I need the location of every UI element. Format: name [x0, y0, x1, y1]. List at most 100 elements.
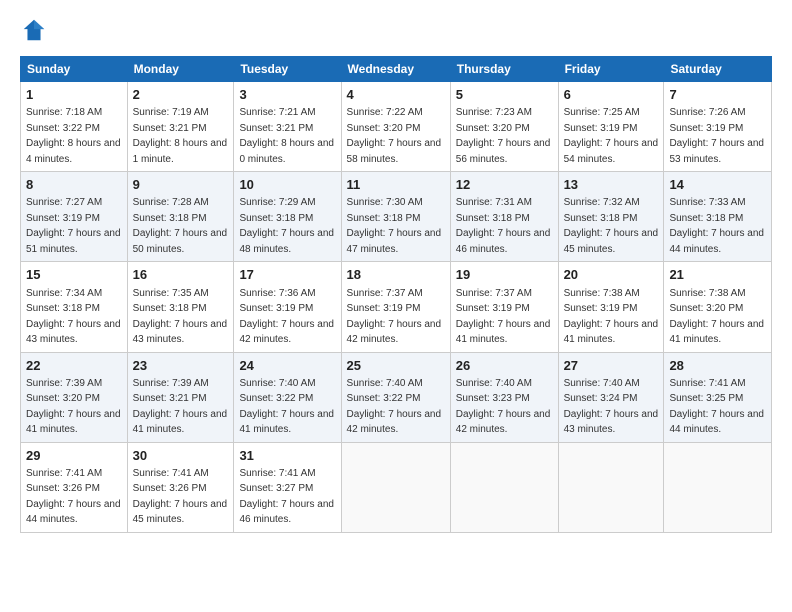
- day-info: Sunrise: 7:37 AMSunset: 3:19 PMDaylight:…: [456, 288, 551, 346]
- calendar-cell: 22 Sunrise: 7:39 AMSunset: 3:20 PMDayligh…: [21, 352, 128, 442]
- calendar-cell: 16 Sunrise: 7:35 AMSunset: 3:18 PMDayligh…: [127, 262, 234, 352]
- day-info: Sunrise: 7:33 AMSunset: 3:18 PMDaylight:…: [669, 197, 764, 255]
- day-info: Sunrise: 7:23 AMSunset: 3:20 PMDaylight:…: [456, 107, 551, 165]
- calendar-week-row: 29 Sunrise: 7:41 AMSunset: 3:26 PMDayligh…: [21, 442, 772, 532]
- calendar-week-row: 15 Sunrise: 7:34 AMSunset: 3:18 PMDayligh…: [21, 262, 772, 352]
- day-info: Sunrise: 7:39 AMSunset: 3:20 PMDaylight:…: [26, 378, 121, 436]
- day-number: 2: [133, 86, 229, 104]
- day-number: 4: [347, 86, 445, 104]
- day-number: 9: [133, 176, 229, 194]
- calendar-cell: 4 Sunrise: 7:22 AMSunset: 3:20 PMDaylight…: [341, 82, 450, 172]
- calendar-table: SundayMondayTuesdayWednesdayThursdayFrid…: [20, 56, 772, 533]
- day-number: 17: [239, 266, 335, 284]
- day-number: 11: [347, 176, 445, 194]
- day-number: 27: [564, 357, 659, 375]
- day-info: Sunrise: 7:25 AMSunset: 3:19 PMDaylight:…: [564, 107, 659, 165]
- calendar-cell: 24 Sunrise: 7:40 AMSunset: 3:22 PMDayligh…: [234, 352, 341, 442]
- day-number: 20: [564, 266, 659, 284]
- day-number: 10: [239, 176, 335, 194]
- calendar-cell: [450, 442, 558, 532]
- day-of-week-header: Saturday: [664, 57, 772, 82]
- calendar-cell: 26 Sunrise: 7:40 AMSunset: 3:23 PMDayligh…: [450, 352, 558, 442]
- day-number: 1: [26, 86, 122, 104]
- calendar-cell: 15 Sunrise: 7:34 AMSunset: 3:18 PMDayligh…: [21, 262, 128, 352]
- calendar-cell: [664, 442, 772, 532]
- day-info: Sunrise: 7:38 AMSunset: 3:20 PMDaylight:…: [669, 288, 764, 346]
- day-info: Sunrise: 7:19 AMSunset: 3:21 PMDaylight:…: [133, 107, 228, 165]
- day-number: 5: [456, 86, 553, 104]
- day-info: Sunrise: 7:35 AMSunset: 3:18 PMDaylight:…: [133, 288, 228, 346]
- day-number: 28: [669, 357, 766, 375]
- day-info: Sunrise: 7:29 AMSunset: 3:18 PMDaylight:…: [239, 197, 334, 255]
- calendar-week-row: 8 Sunrise: 7:27 AMSunset: 3:19 PMDaylight…: [21, 172, 772, 262]
- day-info: Sunrise: 7:37 AMSunset: 3:19 PMDaylight:…: [347, 288, 442, 346]
- calendar-cell: 31Sunrise: 7:41 AMSunset: 3:27 PMDayligh…: [234, 442, 341, 532]
- calendar-cell: 20 Sunrise: 7:38 AMSunset: 3:19 PMDayligh…: [558, 262, 664, 352]
- logo-icon: [20, 16, 48, 44]
- day-number: 26: [456, 357, 553, 375]
- day-info: Sunrise: 7:22 AMSunset: 3:20 PMDaylight:…: [347, 107, 442, 165]
- calendar-cell: 21 Sunrise: 7:38 AMSunset: 3:20 PMDayligh…: [664, 262, 772, 352]
- calendar-cell: 1 Sunrise: 7:18 AMSunset: 3:22 PMDaylight…: [21, 82, 128, 172]
- day-of-week-header: Wednesday: [341, 57, 450, 82]
- day-number: 22: [26, 357, 122, 375]
- day-info: Sunrise: 7:26 AMSunset: 3:19 PMDaylight:…: [669, 107, 764, 165]
- calendar-cell: 23Sunrise: 7:39 AMSunset: 3:21 PMDayligh…: [127, 352, 234, 442]
- calendar-cell: 19Sunrise: 7:37 AMSunset: 3:19 PMDayligh…: [450, 262, 558, 352]
- day-info: Sunrise: 7:28 AMSunset: 3:18 PMDaylight:…: [133, 197, 228, 255]
- day-of-week-header: Monday: [127, 57, 234, 82]
- day-number: 21: [669, 266, 766, 284]
- calendar-cell: 9 Sunrise: 7:28 AMSunset: 3:18 PMDaylight…: [127, 172, 234, 262]
- day-number: 6: [564, 86, 659, 104]
- day-of-week-header: Thursday: [450, 57, 558, 82]
- day-number: 29: [26, 447, 122, 465]
- calendar-cell: 30Sunrise: 7:41 AMSunset: 3:26 PMDayligh…: [127, 442, 234, 532]
- day-of-week-header: Sunday: [21, 57, 128, 82]
- calendar-week-row: 22 Sunrise: 7:39 AMSunset: 3:20 PMDayligh…: [21, 352, 772, 442]
- page: SundayMondayTuesdayWednesdayThursdayFrid…: [0, 0, 792, 612]
- calendar-cell: 8 Sunrise: 7:27 AMSunset: 3:19 PMDaylight…: [21, 172, 128, 262]
- day-number: 8: [26, 176, 122, 194]
- calendar-cell: [341, 442, 450, 532]
- calendar-cell: 12 Sunrise: 7:31 AMSunset: 3:18 PMDayligh…: [450, 172, 558, 262]
- day-info: Sunrise: 7:31 AMSunset: 3:18 PMDaylight:…: [456, 197, 551, 255]
- calendar-cell: 13 Sunrise: 7:32 AMSunset: 3:18 PMDayligh…: [558, 172, 664, 262]
- day-number: 23: [133, 357, 229, 375]
- day-number: 16: [133, 266, 229, 284]
- day-info: Sunrise: 7:32 AMSunset: 3:18 PMDaylight:…: [564, 197, 659, 255]
- day-number: 30: [133, 447, 229, 465]
- day-number: 15: [26, 266, 122, 284]
- calendar-cell: 27Sunrise: 7:40 AMSunset: 3:24 PMDayligh…: [558, 352, 664, 442]
- day-of-week-header: Tuesday: [234, 57, 341, 82]
- day-number: 13: [564, 176, 659, 194]
- day-info: Sunrise: 7:30 AMSunset: 3:18 PMDaylight:…: [347, 197, 442, 255]
- day-of-week-header: Friday: [558, 57, 664, 82]
- day-info: Sunrise: 7:41 AMSunset: 3:26 PMDaylight:…: [26, 468, 121, 526]
- day-info: Sunrise: 7:40 AMSunset: 3:22 PMDaylight:…: [347, 378, 442, 436]
- calendar-cell: 17 Sunrise: 7:36 AMSunset: 3:19 PMDayligh…: [234, 262, 341, 352]
- calendar-week-row: 1 Sunrise: 7:18 AMSunset: 3:22 PMDaylight…: [21, 82, 772, 172]
- day-info: Sunrise: 7:40 AMSunset: 3:23 PMDaylight:…: [456, 378, 551, 436]
- day-info: Sunrise: 7:40 AMSunset: 3:22 PMDaylight:…: [239, 378, 334, 436]
- day-number: 12: [456, 176, 553, 194]
- calendar-cell: 25Sunrise: 7:40 AMSunset: 3:22 PMDayligh…: [341, 352, 450, 442]
- calendar-body: 1 Sunrise: 7:18 AMSunset: 3:22 PMDaylight…: [21, 82, 772, 533]
- day-info: Sunrise: 7:34 AMSunset: 3:18 PMDaylight:…: [26, 288, 121, 346]
- day-info: Sunrise: 7:18 AMSunset: 3:22 PMDaylight:…: [26, 107, 121, 165]
- calendar-cell: [558, 442, 664, 532]
- days-of-week-row: SundayMondayTuesdayWednesdayThursdayFrid…: [21, 57, 772, 82]
- calendar-cell: 10 Sunrise: 7:29 AMSunset: 3:18 PMDayligh…: [234, 172, 341, 262]
- day-info: Sunrise: 7:27 AMSunset: 3:19 PMDaylight:…: [26, 197, 121, 255]
- day-number: 24: [239, 357, 335, 375]
- calendar-cell: 5 Sunrise: 7:23 AMSunset: 3:20 PMDaylight…: [450, 82, 558, 172]
- day-info: Sunrise: 7:21 AMSunset: 3:21 PMDaylight:…: [239, 107, 334, 165]
- day-number: 18: [347, 266, 445, 284]
- calendar-cell: 7Sunrise: 7:26 AMSunset: 3:19 PMDaylight…: [664, 82, 772, 172]
- day-info: Sunrise: 7:36 AMSunset: 3:19 PMDaylight:…: [239, 288, 334, 346]
- calendar-cell: 6 Sunrise: 7:25 AMSunset: 3:19 PMDaylight…: [558, 82, 664, 172]
- day-info: Sunrise: 7:41 AMSunset: 3:25 PMDaylight:…: [669, 378, 764, 436]
- calendar-cell: 28 Sunrise: 7:41 AMSunset: 3:25 PMDayligh…: [664, 352, 772, 442]
- day-number: 3: [239, 86, 335, 104]
- day-info: Sunrise: 7:38 AMSunset: 3:19 PMDaylight:…: [564, 288, 659, 346]
- day-info: Sunrise: 7:41 AMSunset: 3:27 PMDaylight:…: [239, 468, 334, 526]
